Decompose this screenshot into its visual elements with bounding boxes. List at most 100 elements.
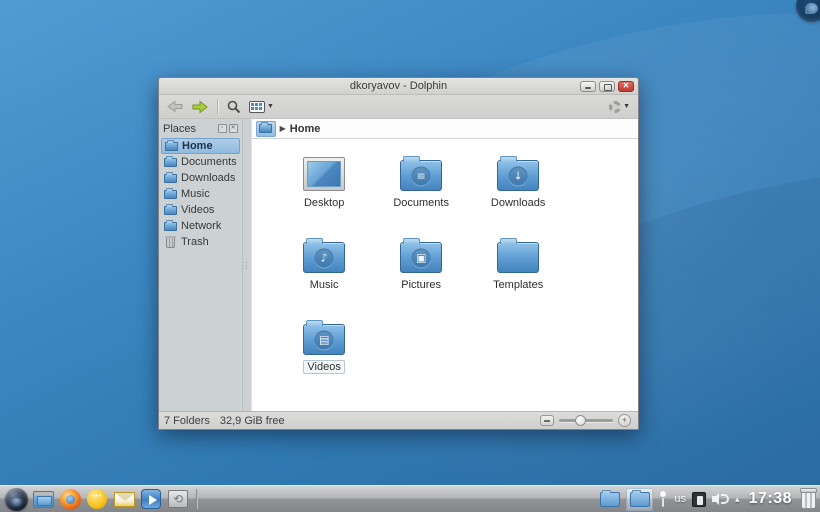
status-folder-count: 7 Folders [164, 415, 210, 427]
sidebar-item-label: Home [182, 140, 213, 152]
desktop: dkoryavov - Dolphin [0, 0, 820, 512]
dolphin-window: dkoryavov - Dolphin [158, 77, 639, 430]
places-panel: Places ▫ ✕ Home Documents Downloads [159, 119, 243, 411]
folder-icon [164, 222, 177, 231]
titlebar[interactable]: dkoryavov - Dolphin [159, 78, 638, 95]
file-label: Pictures [397, 278, 445, 292]
breadcrumb-home[interactable]: Home [290, 123, 321, 135]
folder-icon [164, 174, 177, 183]
music-emblem-icon: ♪ [315, 248, 334, 267]
toolbar: ▼ ▼ [159, 95, 638, 119]
folder-window-icon [630, 492, 650, 507]
forward-button[interactable] [189, 97, 210, 117]
sidebar-item-network[interactable]: Network [161, 218, 240, 234]
documents-emblem-icon: ≡ [412, 166, 431, 185]
file-label: Videos [303, 360, 344, 374]
task-folder-window-2[interactable] [626, 488, 653, 511]
file-manager-icon [33, 491, 54, 508]
media-player-launcher[interactable] [139, 487, 163, 511]
downloads-emblem-icon: ↓ [509, 166, 528, 185]
file-label: Documents [389, 196, 453, 210]
sidebar-item-label: Downloads [181, 172, 235, 184]
back-button[interactable] [165, 97, 185, 117]
status-free-space: 32,9 GiB free [220, 415, 285, 427]
pictures-emblem-icon: ▣ [412, 248, 431, 267]
task-folder-window-1[interactable] [596, 488, 623, 511]
chevron-down-icon: ▼ [267, 103, 274, 110]
file-label: Desktop [300, 196, 348, 210]
sidebar-item-trash[interactable]: Trash [161, 234, 240, 250]
sidebar-item-documents[interactable]: Documents [161, 154, 240, 170]
sidebar-item-label: Documents [181, 156, 237, 168]
software-updater-launcher[interactable] [166, 487, 190, 511]
folder-icon: ▣ [400, 242, 442, 273]
folder-icon: ▤ [303, 324, 345, 355]
videos-emblem-icon: ▤ [315, 330, 334, 349]
search-icon [227, 100, 241, 114]
sidebar-item-label: Music [181, 188, 210, 200]
desktop-monitor-icon [303, 157, 345, 191]
taskbar: us ▴ 17:38 [0, 485, 820, 512]
mail-icon [114, 492, 135, 507]
float-panel-icon[interactable]: ▫ [218, 124, 227, 133]
keyboard-layout-indicator[interactable]: us [674, 493, 686, 505]
places-header: Places [163, 123, 216, 135]
panel-splitter[interactable]: ⋮ [243, 119, 251, 411]
statusbar: 7 Folders 32,9 GiB free [159, 411, 638, 429]
file-item-desktop[interactable]: Desktop [276, 145, 373, 227]
folder-icon [164, 206, 177, 215]
breadcrumb-root-button[interactable] [256, 121, 276, 137]
zoom-in-icon[interactable] [618, 414, 631, 427]
plasma-cashew-icon[interactable] [796, 0, 820, 22]
sidebar-item-label: Network [181, 220, 221, 232]
view-mode-button[interactable]: ▼ [247, 97, 276, 117]
klipper-icon[interactable] [692, 492, 706, 507]
firefox-launcher[interactable] [58, 487, 82, 511]
mail-launcher[interactable] [112, 487, 136, 511]
media-player-icon [141, 489, 161, 509]
trash-icon[interactable] [801, 490, 816, 509]
file-label: Music [306, 278, 343, 292]
taskbar-separator [196, 489, 198, 509]
file-manager-launcher[interactable] [31, 487, 55, 511]
breadcrumb-arrow-icon[interactable]: ▶ [280, 124, 286, 133]
sidebar-item-label: Trash [181, 236, 209, 248]
sidebar-item-videos[interactable]: Videos [161, 202, 240, 218]
chat-launcher[interactable] [85, 487, 109, 511]
minimize-icon[interactable] [580, 81, 596, 92]
device-notifier-icon[interactable] [658, 490, 668, 508]
file-item-videos[interactable]: ▤ Videos [276, 309, 373, 391]
file-item-music[interactable]: ♪ Music [276, 227, 373, 309]
maximize-icon[interactable] [599, 81, 615, 92]
folder-icon [497, 242, 539, 273]
file-label: Downloads [487, 196, 549, 210]
close-icon[interactable] [618, 81, 634, 92]
breadcrumb: ▶ Home [252, 119, 638, 138]
close-panel-icon[interactable]: ✕ [229, 124, 238, 133]
kickoff-launcher-button[interactable] [4, 487, 28, 511]
control-menu-button[interactable]: ▼ [607, 97, 632, 117]
folder-blue-icon [259, 124, 272, 133]
tray-expander-icon[interactable]: ▴ [735, 494, 740, 505]
sidebar-item-home[interactable]: Home [161, 138, 240, 154]
zoom-out-icon[interactable] [540, 415, 554, 426]
file-item-templates[interactable]: Templates [470, 227, 567, 309]
volume-icon[interactable] [712, 492, 729, 506]
zoom-slider-handle[interactable] [575, 415, 586, 426]
sidebar-item-downloads[interactable]: Downloads [161, 170, 240, 186]
folder-window-icon [600, 492, 620, 507]
zoom-slider[interactable] [559, 419, 613, 422]
file-item-documents[interactable]: ≡ Documents [373, 145, 470, 227]
folder-icon: ↓ [497, 160, 539, 191]
sidebar-item-music[interactable]: Music [161, 186, 240, 202]
clock[interactable]: 17:38 [749, 490, 792, 508]
file-item-pictures[interactable]: ▣ Pictures [373, 227, 470, 309]
search-button[interactable] [225, 97, 243, 117]
file-item-downloads[interactable]: ↓ Downloads [470, 145, 567, 227]
control-gear-icon [609, 101, 621, 113]
folder-view[interactable]: Desktop ≡ Documents ↓ Downloads ♪ Music [252, 138, 638, 411]
system-tray: us ▴ [658, 490, 739, 508]
chevron-down-icon: ▼ [623, 103, 630, 110]
forward-icon [191, 100, 208, 114]
firefox-icon [60, 489, 81, 510]
